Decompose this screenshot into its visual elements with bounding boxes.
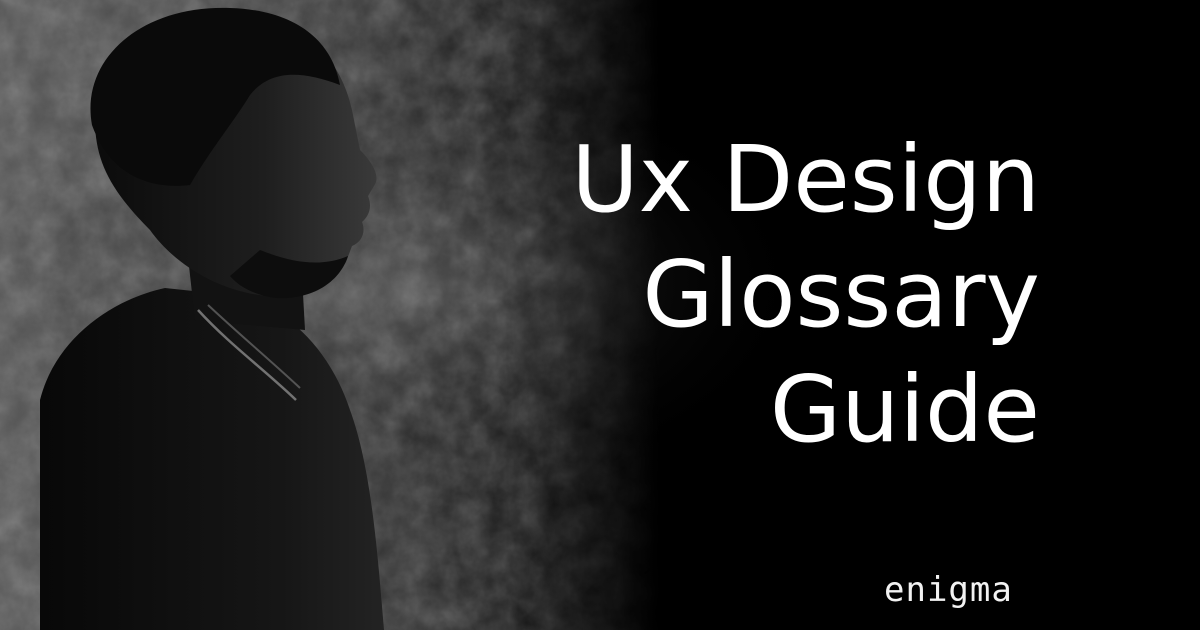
headline-line-1: Ux Design [571, 126, 1040, 233]
brand-logo: enigma [884, 570, 1013, 610]
headline-title: Ux Design Glossary Guide [571, 122, 1040, 467]
social-banner: Ux Design Glossary Guide enigma [0, 0, 1200, 630]
headline-line-2: Glossary [642, 241, 1040, 348]
headline-line-3: Guide [769, 356, 1040, 463]
